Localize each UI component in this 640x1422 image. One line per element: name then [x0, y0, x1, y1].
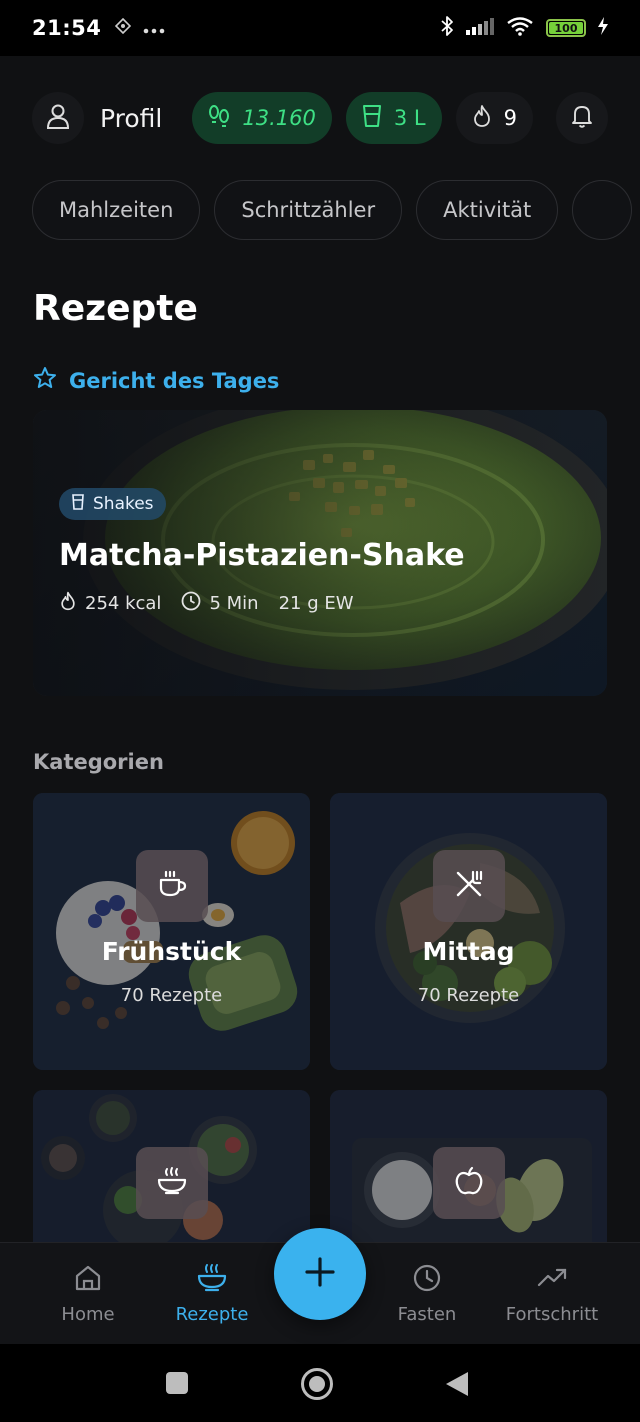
notifications-button[interactable]	[556, 92, 608, 144]
water-value: 3 L	[393, 106, 426, 130]
nav-recipes-label: Rezepte	[175, 1304, 249, 1325]
user-icon	[46, 103, 70, 133]
filter-chips: Mahlzeiten Schrittzähler Aktivität	[32, 180, 633, 240]
steps-value: 13.160	[242, 106, 316, 130]
steps-pill[interactable]: 13.160	[192, 92, 332, 144]
nav-home[interactable]: Home	[33, 1263, 143, 1325]
chip-schrittzaehler[interactable]: Schrittzähler	[214, 180, 403, 240]
app-screen: Profil 13.160 3 L 9 Mahlzeiten Schrittzä…	[0, 56, 640, 1242]
water-pill[interactable]: 3 L	[345, 92, 442, 144]
fork-knife-icon	[453, 868, 485, 904]
profile-label: Profil	[100, 103, 163, 133]
nav-fasting-label: Fasten	[397, 1304, 457, 1325]
dish-protein-value: 21 g EW	[278, 593, 354, 614]
dish-time-value: 5 Min	[209, 593, 259, 614]
category-icon-box	[136, 1147, 208, 1219]
nav-progress-label: Fortschritt	[505, 1304, 599, 1325]
category-count: 70 Rezepte	[120, 985, 223, 1006]
profile-avatar[interactable]	[32, 92, 84, 144]
categories-label: Kategorien	[33, 750, 164, 774]
category-name: Frühstück	[101, 937, 242, 966]
streak-pill[interactable]: 9	[455, 92, 533, 144]
category-card-3[interactable]	[33, 1090, 310, 1242]
bluetooth-icon	[440, 15, 454, 41]
category-card-overlay	[33, 793, 310, 1070]
category-icon-box	[136, 850, 208, 922]
soup-bowl-icon	[196, 1263, 228, 1298]
add-button[interactable]	[274, 1228, 366, 1320]
dish-meta: 254 kcal 5 Min 21 g EW	[59, 591, 465, 616]
flame-icon	[472, 104, 492, 133]
cup-icon	[71, 493, 85, 515]
footsteps-icon	[208, 104, 230, 133]
streak-value: 9	[503, 106, 517, 130]
battery-level: 100	[554, 21, 578, 35]
home-icon	[73, 1263, 103, 1298]
trend-up-icon	[536, 1263, 568, 1298]
dish-kcal-value: 254 kcal	[85, 593, 162, 614]
water-glass-icon	[362, 104, 382, 133]
dish-of-day-card[interactable]: Shakes Matcha-Pistazien-Shake 254 kcal 5…	[33, 410, 607, 696]
category-icon-box	[433, 850, 505, 922]
category-card-mittag[interactable]: Mittag 70 Rezepte	[330, 793, 607, 1070]
signal-icon	[466, 17, 494, 39]
dish-protein: 21 g EW	[279, 593, 354, 614]
system-navigation-bar	[0, 1344, 640, 1422]
dish-of-day-label: Gericht des Tages	[33, 366, 279, 395]
nav-recipes[interactable]: Rezepte	[157, 1263, 267, 1325]
chip-aktivitaet[interactable]: Aktivität	[416, 180, 559, 240]
clock-icon	[412, 1263, 442, 1298]
coffee-cup-icon	[156, 868, 188, 904]
dish-tag-label: Shakes	[93, 494, 154, 514]
status-time: 21:54	[32, 16, 102, 40]
page-title: Rezepte	[33, 288, 198, 329]
apple-icon	[453, 1165, 485, 1201]
dish-of-day-text: Gericht des Tages	[69, 368, 280, 393]
top-bar: Profil 13.160 3 L 9	[32, 92, 608, 144]
nav-progress[interactable]: Fortschritt	[496, 1263, 608, 1325]
dish-category-tag[interactable]: Shakes	[59, 488, 166, 520]
wifi-icon	[506, 16, 534, 40]
dish-card-content: Shakes Matcha-Pistazien-Shake 254 kcal 5…	[59, 488, 465, 616]
chip-mahlzeiten[interactable]: Mahlzeiten	[32, 180, 201, 240]
more-notifications-icon	[143, 19, 165, 38]
flame-icon	[59, 591, 77, 616]
status-bar: 21:54 100	[0, 0, 640, 56]
chip-more[interactable]	[572, 180, 633, 240]
recents-button[interactable]	[165, 1371, 189, 1399]
category-card-fruehstueck[interactable]: Frühstück 70 Rezepte	[33, 793, 310, 1070]
clock-icon	[181, 591, 201, 616]
charging-icon	[598, 17, 608, 39]
category-name: Mittag	[422, 937, 515, 966]
dish-kcal: 254 kcal	[59, 591, 161, 616]
nav-fasting[interactable]: Fasten	[372, 1263, 482, 1325]
nav-home-label: Home	[61, 1304, 115, 1325]
profile-button[interactable]: Profil	[32, 92, 162, 144]
battery-indicator: 100	[546, 19, 586, 37]
dish-time: 5 Min	[181, 591, 259, 616]
dish-title: Matcha-Pistazien-Shake	[59, 538, 465, 573]
category-icon-box	[433, 1147, 505, 1219]
category-count: 70 Rezepte	[417, 985, 520, 1006]
home-system-button[interactable]	[300, 1367, 334, 1405]
back-button[interactable]	[444, 1370, 470, 1402]
location-indicator-icon	[115, 17, 132, 38]
category-card-overlay	[330, 793, 607, 1070]
category-card-4[interactable]	[330, 1090, 607, 1242]
star-icon	[33, 366, 57, 395]
plus-icon	[303, 1255, 337, 1293]
bell-icon	[570, 103, 594, 133]
soup-bowl-icon	[156, 1165, 188, 1201]
